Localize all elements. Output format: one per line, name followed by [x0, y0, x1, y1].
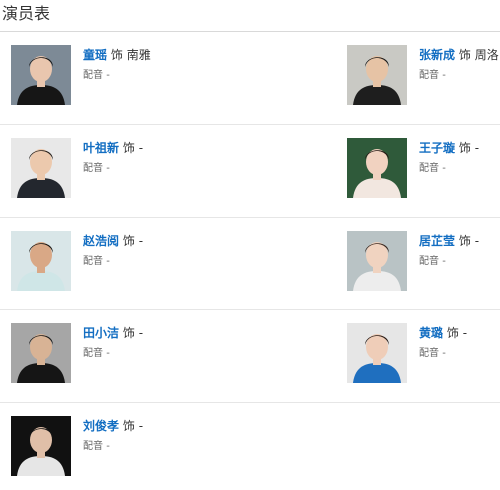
row-divider — [0, 124, 500, 125]
cast-card: 童瑶 饰 南雅 配音 - — [11, 45, 231, 107]
actor-name-line: 居芷莹 饰 - — [419, 233, 479, 249]
cast-card: 王子璇 饰 - 配音 - — [347, 138, 500, 200]
dub-line: 配音 - — [83, 440, 110, 454]
actor-name-link[interactable]: 居芷莹 — [419, 234, 455, 248]
plays-label: 饰 — [110, 48, 123, 62]
role-name: 周洛 — [474, 48, 499, 62]
plays-label: 饰 — [122, 234, 135, 248]
row-divider — [0, 402, 500, 403]
plays-label: 饰 — [458, 48, 471, 62]
actor-name-link[interactable]: 叶祖新 — [83, 141, 119, 155]
plays-label: 饰 — [122, 419, 135, 433]
dub-line: 配音 - — [83, 347, 110, 361]
dub-value: - — [442, 348, 446, 359]
title-divider — [0, 31, 500, 32]
dub-label: 配音 — [419, 70, 439, 81]
actor-name-line: 叶祖新 饰 - — [83, 140, 143, 156]
dub-label: 配音 — [83, 348, 103, 359]
cast-card: 张新成 饰 周洛 配音 - — [347, 45, 500, 107]
actor-photo[interactable] — [11, 231, 71, 291]
cast-card: 叶祖新 饰 - 配音 - — [11, 138, 231, 200]
plays-label: 饰 — [122, 326, 135, 340]
dub-label: 配音 — [83, 70, 103, 81]
role-name: - — [138, 141, 144, 155]
dub-line: 配音 - — [83, 69, 110, 83]
dub-label: 配音 — [83, 256, 103, 267]
dub-line: 配音 - — [419, 69, 446, 83]
actor-photo[interactable] — [11, 45, 71, 105]
dub-line: 配音 - — [419, 162, 446, 176]
role-name: 南雅 — [126, 48, 151, 62]
actor-name-line: 童瑶 饰 南雅 — [83, 47, 151, 63]
actor-name-link[interactable]: 童瑶 — [83, 48, 107, 62]
dub-label: 配音 — [419, 163, 439, 174]
cast-card: 居芷莹 饰 - 配音 - — [347, 231, 500, 293]
dub-line: 配音 - — [419, 255, 446, 269]
actor-name-line: 刘俊孝 饰 - — [83, 418, 143, 434]
dub-value: - — [106, 256, 110, 267]
plays-label: 饰 — [458, 234, 471, 248]
actor-photo[interactable] — [347, 138, 407, 198]
row-divider — [0, 309, 500, 310]
actor-name-link[interactable]: 王子璇 — [419, 141, 455, 155]
dub-line: 配音 - — [83, 255, 110, 269]
dub-line: 配音 - — [83, 162, 110, 176]
dub-label: 配音 — [419, 256, 439, 267]
actor-name-link[interactable]: 黄璐 — [419, 326, 443, 340]
actor-photo[interactable] — [11, 416, 71, 476]
role-name: - — [138, 419, 144, 433]
cast-card: 刘俊孝 饰 - 配音 - — [11, 416, 231, 478]
actor-photo[interactable] — [347, 45, 407, 105]
actor-name-line: 黄璐 饰 - — [419, 325, 467, 341]
dub-label: 配音 — [83, 441, 103, 452]
actor-name-line: 张新成 饰 周洛 — [419, 47, 499, 63]
plays-label: 饰 — [446, 326, 459, 340]
role-name: - — [474, 234, 480, 248]
dub-value: - — [106, 348, 110, 359]
role-name: - — [138, 326, 144, 340]
actor-name-line: 田小洁 饰 - — [83, 325, 143, 341]
actor-name-link[interactable]: 田小洁 — [83, 326, 119, 340]
actor-name-link[interactable]: 张新成 — [419, 48, 455, 62]
role-name: - — [462, 326, 468, 340]
dub-label: 配音 — [419, 348, 439, 359]
actor-photo[interactable] — [347, 231, 407, 291]
dub-value: - — [106, 70, 110, 81]
actor-name-link[interactable]: 刘俊孝 — [83, 419, 119, 433]
dub-line: 配音 - — [419, 347, 446, 361]
dub-value: - — [442, 70, 446, 81]
actor-photo[interactable] — [347, 323, 407, 383]
plays-label: 饰 — [458, 141, 471, 155]
cast-card: 赵浩阅 饰 - 配音 - — [11, 231, 231, 293]
plays-label: 饰 — [122, 141, 135, 155]
role-name: - — [474, 141, 480, 155]
dub-value: - — [442, 256, 446, 267]
role-name: - — [138, 234, 144, 248]
row-divider — [0, 217, 500, 218]
actor-name-line: 王子璇 饰 - — [419, 140, 479, 156]
actor-name-line: 赵浩阅 饰 - — [83, 233, 143, 249]
actor-photo[interactable] — [11, 138, 71, 198]
dub-value: - — [106, 441, 110, 452]
cast-card: 田小洁 饰 - 配音 - — [11, 323, 231, 385]
dub-value: - — [442, 163, 446, 174]
page-title: 演员表 — [2, 4, 51, 23]
dub-value: - — [106, 163, 110, 174]
actor-photo[interactable] — [11, 323, 71, 383]
dub-label: 配音 — [83, 163, 103, 174]
cast-card: 黄璐 饰 - 配音 - — [347, 323, 500, 385]
actor-name-link[interactable]: 赵浩阅 — [83, 234, 119, 248]
